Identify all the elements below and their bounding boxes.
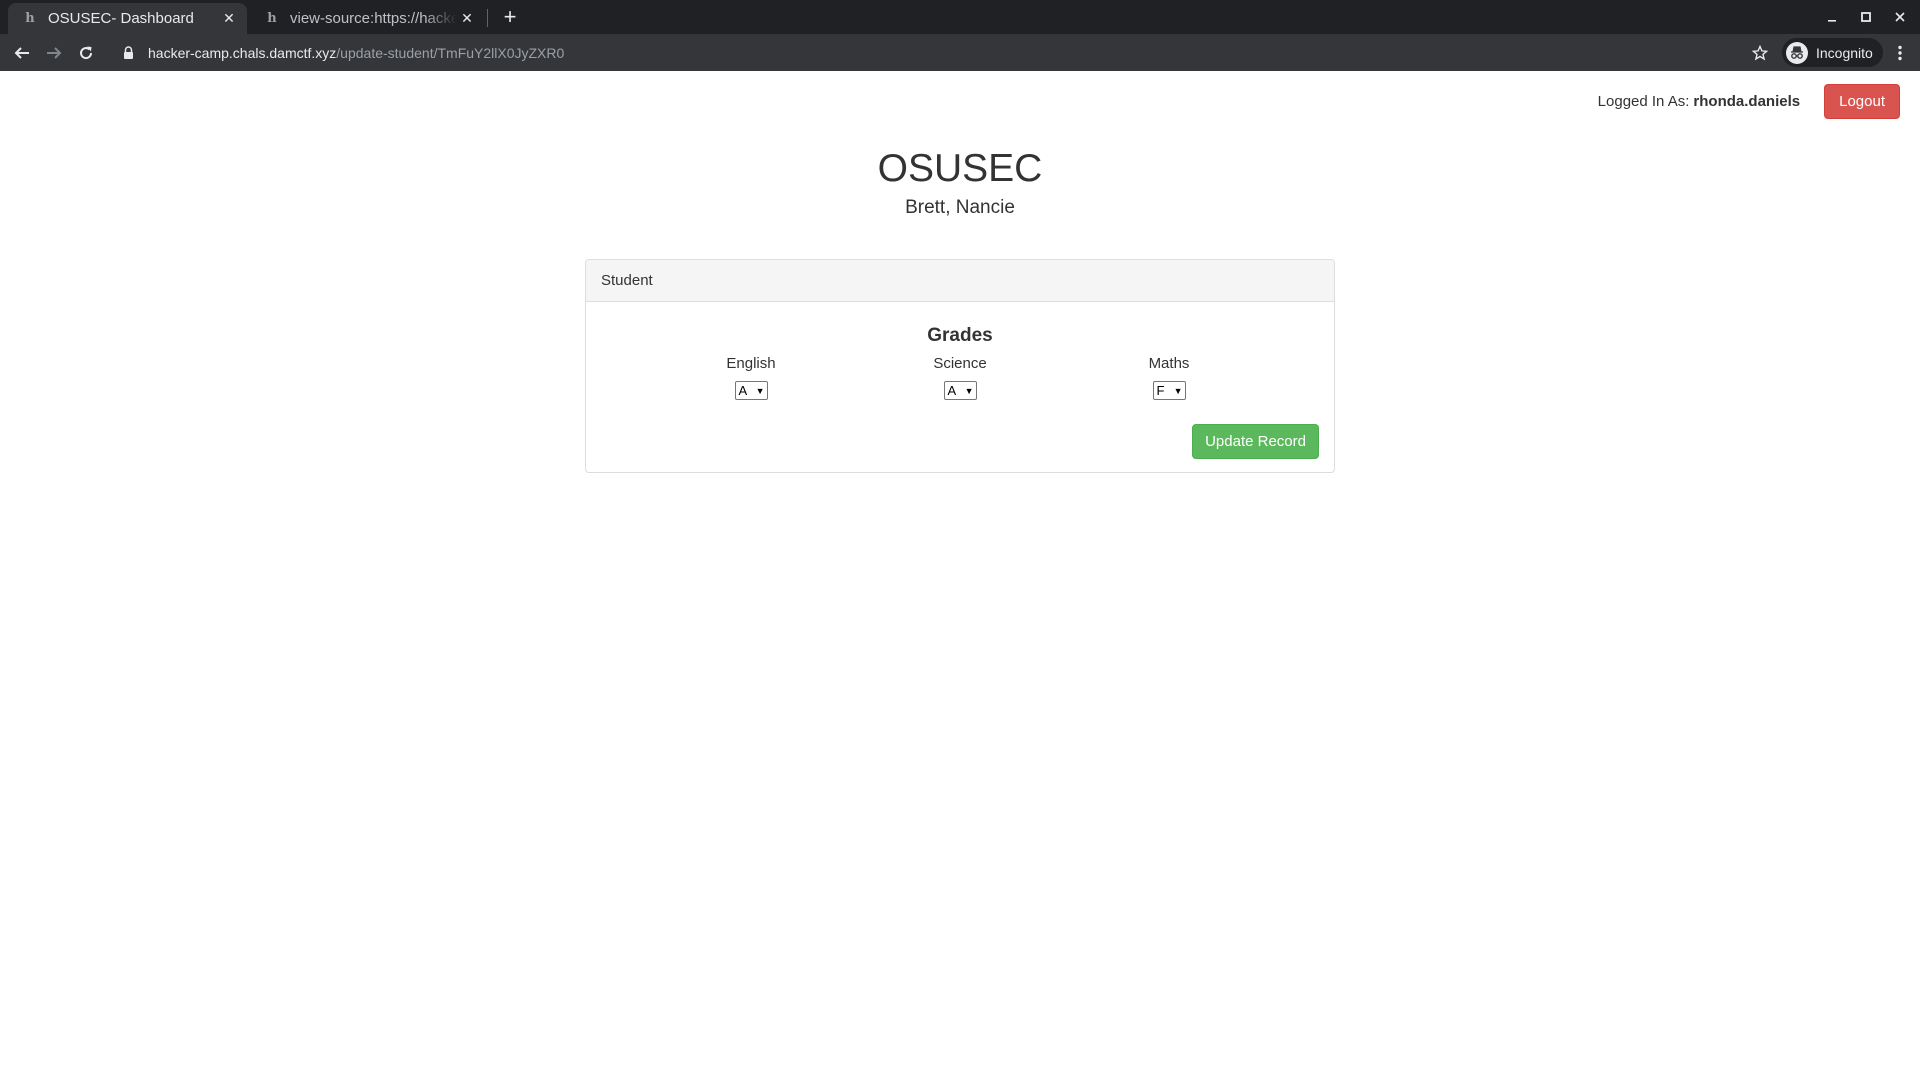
tab-osusec-dashboard[interactable]: h OSUSEC- Dashboard ✕	[8, 3, 247, 34]
subject-label: Maths	[1148, 355, 1190, 372]
site-favicon-icon: h	[25, 11, 35, 26]
browser-tabstrip: h OSUSEC- Dashboard ✕ h view-source:http…	[0, 0, 1920, 34]
subject-label: Science	[933, 355, 987, 372]
selected-grade: A	[947, 383, 957, 398]
close-icon[interactable]: ✕	[457, 9, 477, 29]
star-icon[interactable]	[1746, 39, 1774, 67]
page-title: OSUSEC	[877, 147, 1043, 190]
kebab-menu-icon[interactable]	[1886, 39, 1914, 67]
tab-divider	[487, 9, 488, 27]
close-icon[interactable]: ✕	[219, 9, 239, 29]
chevron-down-icon: ▼	[755, 385, 765, 396]
incognito-icon	[1786, 41, 1808, 64]
user-bar: Logged In As: rhonda.daniels Logout	[1598, 84, 1900, 119]
url-path: /update-student/TmFuY2llX0JyZXR0	[336, 44, 565, 61]
update-record-button[interactable]: Update Record	[1192, 424, 1319, 459]
student-name: Brett, Nancie	[905, 197, 1015, 218]
incognito-indicator[interactable]: Incognito	[1782, 38, 1883, 67]
forward-arrow-icon[interactable]	[40, 39, 68, 67]
url-host: hacker-camp.chals.damctf.xyz	[148, 44, 337, 61]
selected-grade: A	[738, 383, 748, 398]
tab-title: OSUSEC- Dashboard	[48, 10, 194, 27]
maths-grade-select[interactable]: F ▼	[1152, 381, 1186, 400]
subject-science: Science A ▼	[860, 355, 1060, 400]
reload-icon[interactable]	[72, 39, 100, 67]
selected-grade: F	[1156, 383, 1165, 398]
subject-label: English	[726, 355, 776, 372]
student-panel: Student Grades English A ▼ Science A ▼ M…	[585, 259, 1335, 473]
back-arrow-icon[interactable]	[8, 39, 36, 67]
username: rhonda.daniels	[1693, 93, 1801, 110]
window-close-icon[interactable]	[1880, 0, 1920, 34]
plus-icon[interactable]: +	[498, 4, 522, 29]
incognito-label: Incognito	[1816, 44, 1873, 61]
chevron-down-icon: ▼	[964, 385, 974, 396]
chevron-down-icon: ▼	[1173, 385, 1183, 396]
logout-button[interactable]: Logout	[1824, 84, 1900, 119]
address-bar[interactable]: hacker-camp.chals.damctf.xyz/update-stud…	[110, 38, 1750, 67]
lock-icon[interactable]	[120, 45, 136, 61]
grades-title: Grades	[927, 325, 993, 346]
tab-view-source[interactable]: h view-source:https://hacker-camp.chals.…	[250, 3, 485, 34]
logged-in-label: Logged In As:	[1597, 93, 1690, 110]
browser-toolbar: hacker-camp.chals.damctf.xyz/update-stud…	[0, 34, 1920, 71]
science-grade-select[interactable]: A ▼	[943, 381, 977, 400]
panel-heading: Student	[586, 260, 1334, 302]
page-content: Logged In As: rhonda.daniels Logout OSUS…	[0, 71, 1920, 1080]
subject-english: English A ▼	[651, 355, 851, 400]
tab-title: view-source:https://hacker-camp.chals.da…	[290, 10, 457, 27]
site-favicon-icon: h	[267, 11, 277, 26]
subject-maths: Maths F ▼	[1069, 355, 1269, 400]
panel-body: Grades English A ▼ Science A ▼ Maths F ▼…	[586, 302, 1334, 472]
english-grade-select[interactable]: A ▼	[734, 381, 768, 400]
